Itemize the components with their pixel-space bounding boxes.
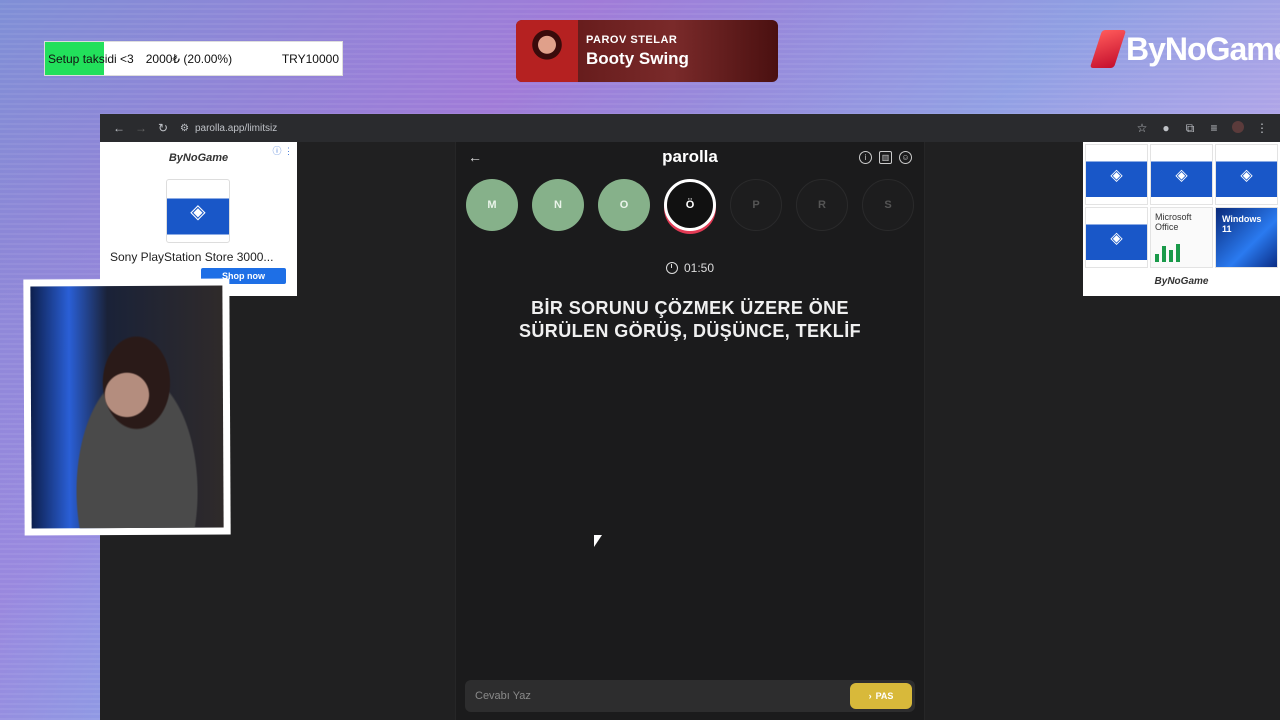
url-text: parolla.app/limitsiz <box>194 122 278 134</box>
extension-icon[interactable]: ● <box>1156 121 1176 136</box>
page-viewport: ⓘ ⋮ ByNoGame ◈ Sony PlayStation Store 30… <box>100 142 1280 720</box>
ad-tile-ps-store[interactable]: ◈ <box>1150 144 1213 205</box>
letter-circle: O <box>598 179 650 231</box>
back-arrow-icon[interactable]: ← <box>108 121 130 135</box>
album-art <box>516 20 578 82</box>
ad-logo: ByNoGame <box>168 152 229 164</box>
profile-icon[interactable]: ☺ <box>899 150 912 164</box>
question-line-1: BİR SORUNU ÇÖZMEK ÜZERE ÖNE <box>531 298 849 318</box>
extensions-puzzle-icon[interactable]: ⧉ <box>1180 121 1200 136</box>
webcam-overlay <box>23 278 231 536</box>
letter-circle: P <box>730 179 782 231</box>
ad-title[interactable]: Sony PlayStation Store 3000... <box>110 250 273 264</box>
goal-target: TRY10000 <box>281 51 339 66</box>
forward-arrow-icon[interactable]: → <box>130 121 152 135</box>
clock-icon <box>665 262 678 274</box>
goal-amount: 2000₺ (20.00%) <box>145 51 233 66</box>
sponsor-logo: ByNoGame <box>1089 30 1280 68</box>
pass-button[interactable]: › PAS <box>850 683 912 709</box>
address-bar[interactable]: ⚙ parolla.app/limitsiz <box>180 123 1132 134</box>
back-arrow-icon[interactable]: ← <box>468 149 482 165</box>
timer-value: 01:50 <box>683 261 715 275</box>
answer-input[interactable] <box>465 690 850 702</box>
ad-choices-icon[interactable]: ⓘ ⋮ <box>272 144 293 157</box>
ad-logo: ByNoGame <box>1154 276 1209 287</box>
sponsor-logo-icon <box>1089 30 1127 68</box>
browser-window: ← → ↻ ⚙ parolla.app/limitsiz ☆ ● ⧉ ≡ ⋮ ⓘ… <box>100 114 1280 720</box>
webcam-feed <box>30 285 224 529</box>
letter-circle: N <box>532 179 584 231</box>
site-info-icon[interactable]: ⚙ <box>180 123 189 134</box>
info-icon[interactable]: i <box>859 150 872 164</box>
playstation-logo-icon: ◈ <box>1175 166 1188 184</box>
ad-left[interactable]: ⓘ ⋮ ByNoGame ◈ Sony PlayStation Store 30… <box>100 142 297 296</box>
now-playing-widget: PAROV STELAR Booty Swing <box>516 20 778 82</box>
bookmark-star-icon[interactable]: ☆ <box>1132 121 1152 136</box>
ad-tile-ps-store[interactable]: ◈ <box>1085 207 1148 268</box>
track-info: PAROV STELAR Booty Swing <box>586 34 689 69</box>
ad-tile-office[interactable]: Microsoft Office <box>1150 207 1213 268</box>
track-title: Booty Swing <box>586 48 689 68</box>
question-line-2: SÜRÜLEN GÖRÜŞ, DÜŞÜNCE, TEKLİF <box>518 321 861 341</box>
playstation-card-image[interactable]: ◈ <box>166 179 230 243</box>
timer: 01:50 <box>456 261 924 275</box>
reload-icon[interactable]: ↻ <box>152 121 174 135</box>
ad-right[interactable]: ◈ ◈ ◈ ◈ Microsoft Office Windows 11 ByNo… <box>1083 142 1280 296</box>
answer-bar: › PAS <box>465 680 915 712</box>
windows-label: Windows 11 <box>1222 214 1262 234</box>
playstation-logo-icon: ◈ <box>1110 166 1123 184</box>
pass-label: PAS <box>875 691 894 701</box>
mouse-cursor <box>594 535 602 547</box>
parolla-game: ← parolla i ▥ ☺ M N O Ö P R S 01:50 BİR … <box>455 142 925 720</box>
chevron-right-icon: › <box>868 691 872 701</box>
ad-tile-ps-store[interactable]: ◈ <box>1215 144 1278 205</box>
toolbar-actions: ☆ ● ⧉ ≡ ⋮ <box>1132 120 1272 136</box>
game-title: parolla <box>662 147 718 166</box>
ad-tile-windows[interactable]: Windows 11 <box>1215 207 1278 268</box>
track-artist: PAROV STELAR <box>586 33 678 46</box>
office-label: Microsoft Office <box>1155 212 1192 232</box>
goal-name: Setup taksidi <3 <box>48 51 134 66</box>
letter-circle: M <box>466 179 518 231</box>
letter-wheel: M N O Ö P R S <box>466 179 924 231</box>
playstation-logo-icon: ◈ <box>1110 229 1123 247</box>
reading-list-icon[interactable]: ≡ <box>1204 121 1224 136</box>
header-icons: i ▥ ☺ <box>859 150 912 164</box>
letter-circle-active: Ö <box>664 179 716 231</box>
question-text: BİR SORUNU ÇÖZMEK ÜZERE ÖNE SÜRÜLEN GÖRÜ… <box>456 297 924 343</box>
ad-tile-ps-store[interactable]: ◈ <box>1085 144 1148 205</box>
stats-icon[interactable]: ▥ <box>879 150 892 164</box>
playstation-logo-icon: ◈ <box>1240 166 1253 184</box>
browser-toolbar: ← → ↻ ⚙ parolla.app/limitsiz ☆ ● ⧉ ≡ ⋮ <box>100 114 1280 142</box>
ad-product-grid: ◈ ◈ ◈ ◈ Microsoft Office Windows 11 <box>1085 144 1278 268</box>
letter-circle: R <box>796 179 848 231</box>
profile-avatar-icon[interactable] <box>1228 120 1248 136</box>
donation-goal-bar: Setup taksidi <3 2000₺ (20.00%) TRY10000 <box>44 41 343 76</box>
playstation-logo-icon: ◈ <box>190 200 206 223</box>
game-header: ← parolla i ▥ ☺ <box>456 142 924 172</box>
letter-circle: S <box>862 179 914 231</box>
sponsor-logo-text: ByNoGame <box>1126 30 1280 67</box>
menu-kebab-icon[interactable]: ⋮ <box>1252 121 1272 136</box>
office-chart-icon <box>1155 242 1180 262</box>
